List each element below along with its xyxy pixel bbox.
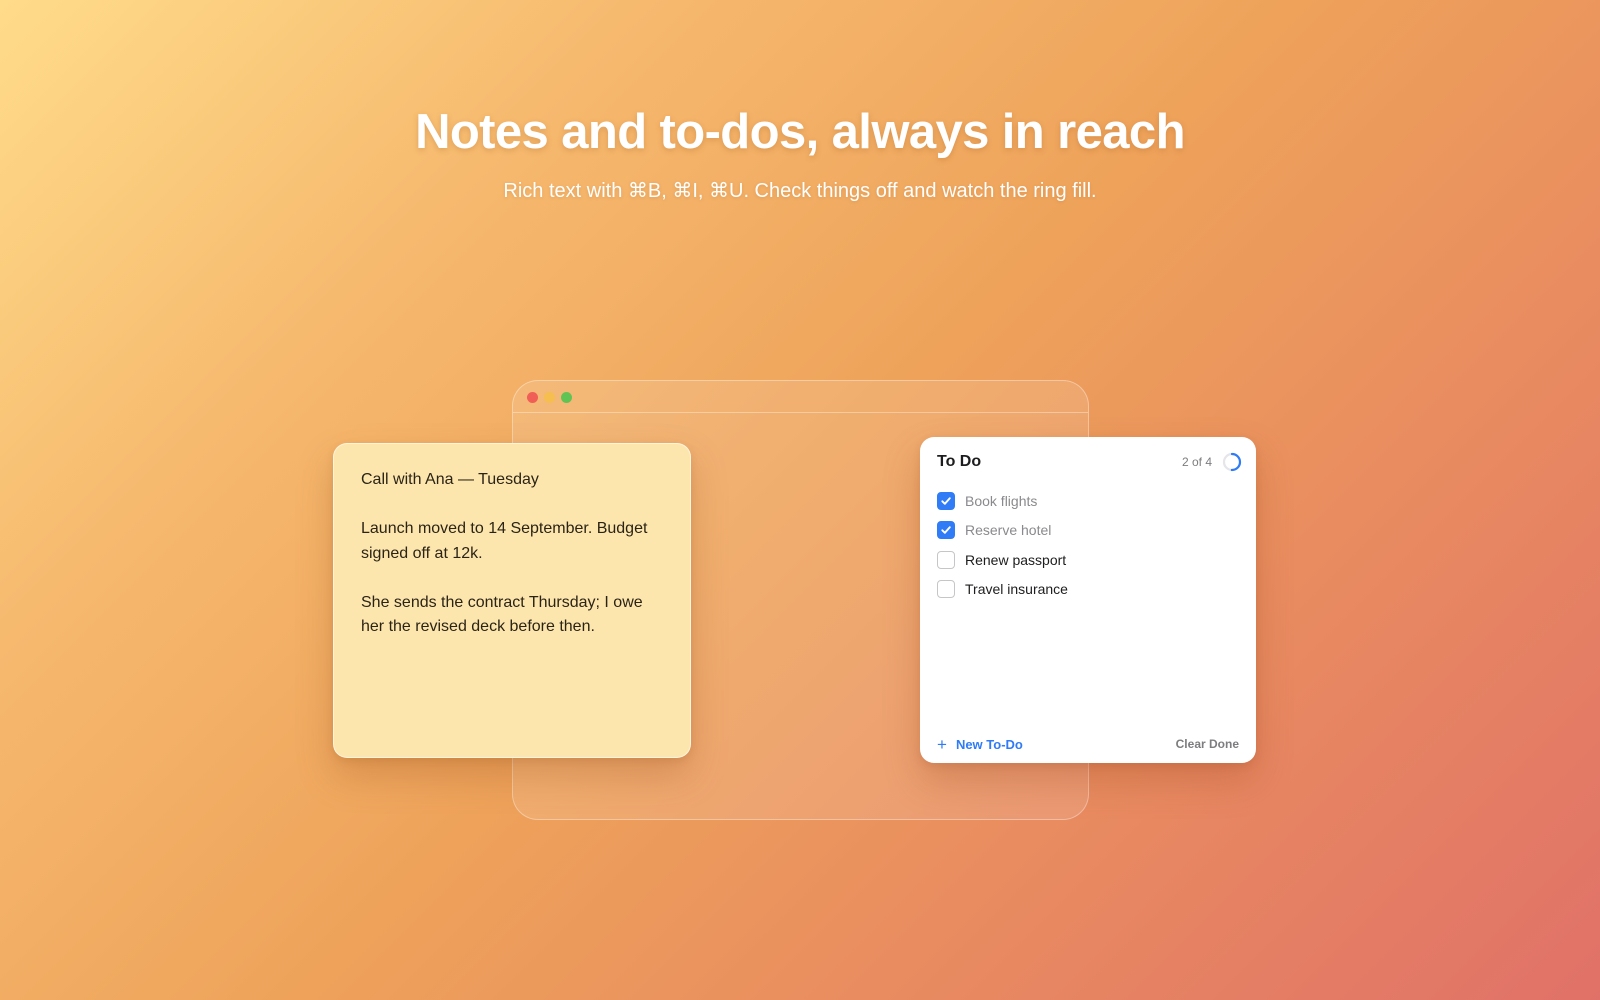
todo-item[interactable]: Renew passport	[937, 545, 1239, 575]
todo-item[interactable]: Travel insurance	[937, 575, 1239, 605]
todo-checkbox[interactable]	[937, 521, 955, 540]
todo-list: Book flights Reserve hotel Renew passpor…	[937, 486, 1239, 604]
progress-ring-icon	[1222, 452, 1242, 472]
todo-item[interactable]: Reserve hotel	[937, 516, 1239, 546]
todo-item-label: Book flights	[965, 492, 1038, 509]
zoom-window-button[interactable]	[561, 392, 572, 403]
hero-subtitle: Rich text with ⌘B, ⌘I, ⌘U. Check things …	[503, 180, 1097, 202]
minimize-window-button[interactable]	[544, 392, 555, 403]
todo-checkbox[interactable]	[937, 550, 955, 569]
new-todo-button[interactable]: + New To-Do	[937, 736, 1023, 753]
todo-item-label: Reserve hotel	[965, 522, 1052, 539]
checkmark-icon	[941, 497, 951, 505]
clear-done-button[interactable]: Clear Done	[1176, 737, 1239, 751]
note-paragraph[interactable]: She sends the contract Thursday; I owe h…	[361, 591, 663, 640]
todo-checkbox[interactable]	[937, 491, 955, 510]
todo-title: To Do	[937, 453, 982, 470]
todo-item-label: Travel insurance	[965, 581, 1068, 598]
hero-title: Notes and to-dos, always in reach	[415, 105, 1185, 159]
todo-count: 2 of 4	[1181, 455, 1212, 469]
todo-item[interactable]: Book flights	[937, 486, 1239, 516]
note-paragraph[interactable]: Call with Ana — Tuesday	[361, 468, 663, 493]
checkmark-icon	[941, 526, 951, 534]
window-titlebar	[513, 381, 1088, 413]
todo-item-label: Renew passport	[965, 551, 1067, 568]
todo-checkbox[interactable]	[937, 580, 955, 599]
plus-icon: +	[937, 735, 947, 754]
close-window-button[interactable]	[527, 392, 538, 403]
todo-card: To Do 2 of 4 Book flights Reserve hotel …	[920, 437, 1256, 763]
note-paragraph[interactable]: Launch moved to 14 September. Budget sig…	[361, 517, 663, 566]
sticky-note[interactable]: Call with Ana — Tuesday Launch moved to …	[333, 443, 691, 758]
new-todo-label: New To-Do	[955, 737, 1023, 752]
